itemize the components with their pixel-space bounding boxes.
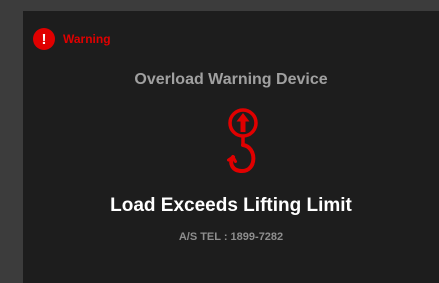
warning-panel: ! Warning Overload Warning Device Load E… (23, 11, 439, 283)
alert-icon: ! (33, 28, 55, 50)
up-arrow-icon (236, 113, 250, 132)
crane-hook-icon (227, 108, 258, 174)
warning-header: ! Warning (33, 28, 111, 50)
support-phone: A/S TEL : 1899-7282 (178, 231, 284, 243)
alert-message: Load Exceeds Lifting Limit (110, 195, 352, 216)
device-title: Overload Warning Device (134, 71, 328, 88)
warning-label: Warning (63, 32, 111, 46)
